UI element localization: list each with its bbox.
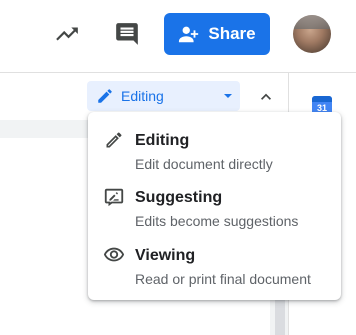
avatar[interactable] bbox=[293, 15, 331, 53]
menu-item-description: Read or print final document bbox=[135, 271, 311, 287]
mode-menu: Editing Edit document directly Suggestin… bbox=[88, 112, 341, 300]
menu-item-title: Suggesting bbox=[135, 189, 223, 206]
share-button[interactable]: Share bbox=[164, 13, 270, 55]
suggest-edit-icon bbox=[103, 186, 125, 208]
menu-item-editing[interactable]: Editing Edit document directly bbox=[88, 112, 341, 172]
caret-down-icon bbox=[224, 94, 232, 98]
person-add-icon bbox=[178, 23, 200, 45]
chevron-up-icon bbox=[261, 93, 271, 100]
share-label: Share bbox=[208, 24, 256, 43]
activity-button[interactable] bbox=[51, 18, 83, 50]
eye-icon bbox=[103, 244, 125, 266]
mode-selector[interactable]: Editing bbox=[87, 81, 240, 111]
pencil-icon bbox=[95, 86, 115, 106]
menu-item-suggesting[interactable]: Suggesting Edits become suggestions bbox=[88, 169, 341, 229]
comment-icon bbox=[116, 23, 138, 45]
collapse-toolbar-button[interactable] bbox=[254, 85, 278, 109]
menu-item-title: Viewing bbox=[135, 247, 196, 264]
menu-item-viewing[interactable]: Viewing Read or print final document bbox=[88, 227, 341, 287]
comments-button[interactable] bbox=[111, 18, 143, 50]
mode-selector-label: Editing bbox=[121, 88, 164, 104]
pencil-icon bbox=[103, 129, 125, 151]
avatar-hair bbox=[293, 15, 331, 29]
menu-item-title: Editing bbox=[135, 132, 190, 149]
trending-up-icon bbox=[56, 27, 78, 41]
